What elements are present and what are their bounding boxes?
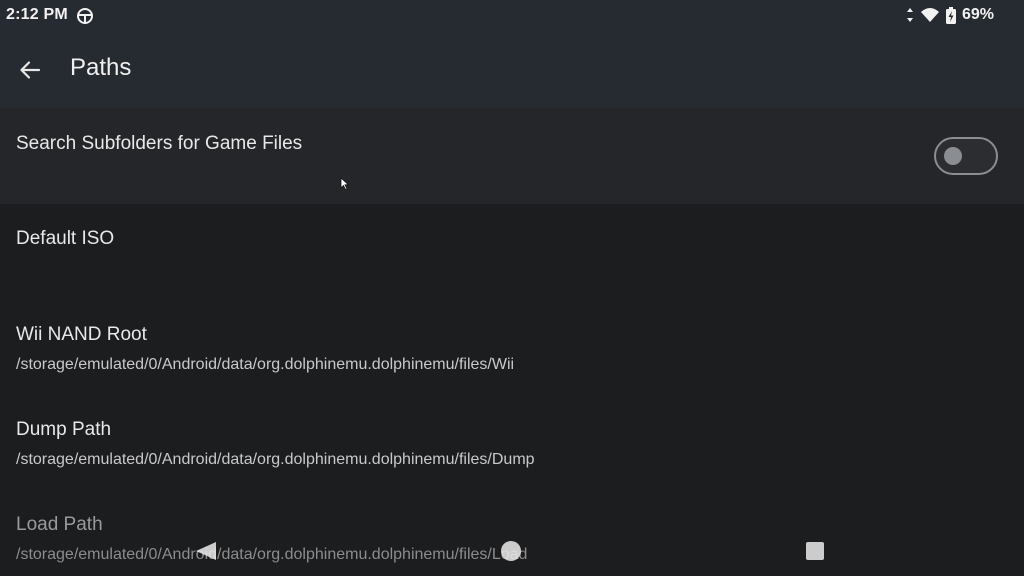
setting-title: Search Subfolders for Game Files	[16, 133, 303, 154]
navigation-bar	[0, 526, 1024, 576]
setting-search-subfolders[interactable]: Search Subfolders for Game Files	[0, 108, 1024, 204]
setting-default-iso[interactable]: Default ISO	[0, 204, 1024, 300]
setting-title: Dump Path	[16, 419, 112, 440]
battery-charging-icon	[945, 6, 956, 24]
toggle-thumb	[944, 147, 962, 165]
search-subfolders-toggle[interactable]	[934, 137, 998, 175]
toolbar: Paths	[0, 32, 1024, 108]
data-arrows-icon	[906, 7, 914, 23]
page-title: Paths	[70, 54, 132, 81]
setting-title: Wii NAND Root	[16, 324, 147, 345]
arrow-left-icon	[20, 61, 41, 79]
setting-wii-nand-root[interactable]: Wii NAND Root /storage/emulated/0/Androi…	[0, 300, 1024, 396]
status-time: 2:12 PM	[6, 6, 68, 23]
svg-text:6: 6	[933, 16, 938, 23]
nav-home-icon[interactable]	[501, 541, 521, 561]
setting-summary: /storage/emulated/0/Android/data/org.dol…	[16, 356, 515, 373]
steering-wheel-icon	[76, 7, 94, 25]
setting-title: Default ISO	[16, 228, 115, 249]
screen: 2:12 PM 6 69% Paths Search Subfolders fo…	[0, 0, 1024, 576]
nav-recents-icon[interactable]	[806, 542, 824, 560]
battery-percent: 69%	[961, 6, 994, 23]
setting-dump-path[interactable]: Dump Path /storage/emulated/0/Android/da…	[0, 396, 1024, 492]
status-bar: 2:12 PM 6 69%	[0, 0, 1024, 32]
wifi-icon: 6	[920, 7, 940, 23]
nav-back-icon[interactable]	[194, 541, 218, 561]
mouse-cursor-icon	[340, 177, 350, 191]
status-icons: 6 69%	[906, 6, 994, 24]
setting-summary: /storage/emulated/0/Android/data/org.dol…	[16, 451, 535, 468]
back-button[interactable]	[12, 52, 48, 88]
settings-list: Search Subfolders for Game Files Default…	[0, 108, 1024, 576]
